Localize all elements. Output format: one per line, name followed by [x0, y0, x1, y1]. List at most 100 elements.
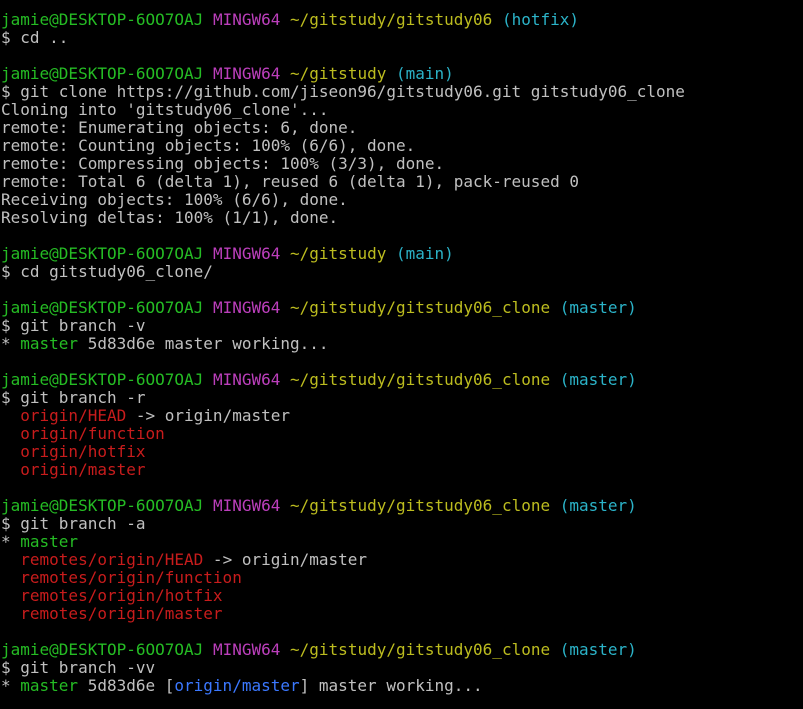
prompt-path: ~/gitstudy/gitstudy06_clone [290, 497, 551, 515]
terminal-line: * master 5d83d6e master working... [1, 335, 803, 353]
current-branch: master [20, 533, 79, 551]
prompt-system: MINGW64 [212, 497, 281, 515]
prompt-path: ~/gitstudy/gitstudy06 [290, 11, 493, 29]
current-branch: master [20, 677, 79, 695]
output-text: remote: Enumerating objects: 6, done. [1, 119, 358, 137]
terminal-line: $ git branch -r [1, 389, 803, 407]
command-text: $ git branch -r [1, 389, 146, 407]
terminal-line: jamie@DESKTOP-6OO7OAJ MINGW64 ~/gitstudy… [1, 11, 803, 29]
plain-text: -> origin/master [203, 551, 368, 569]
plain-text [280, 497, 290, 515]
output-text: Receiving objects: 100% (6/6), done. [1, 191, 348, 209]
terminal-line: origin/hotfix [1, 443, 803, 461]
command-text: $ git branch -a [1, 515, 146, 533]
terminal-line: remotes/origin/HEAD -> origin/master [1, 551, 803, 569]
prompt-user: jamie@DESKTOP-6OO7OAJ [1, 11, 204, 29]
plain-text [1, 569, 20, 587]
terminal-line: $ git clone https://github.com/jiseon96/… [1, 83, 803, 101]
terminal-line: remotes/origin/function [1, 569, 803, 587]
plain-text: 5d83d6e master working... [78, 335, 329, 353]
prompt-system: MINGW64 [212, 641, 281, 659]
plain-text [1, 605, 20, 623]
remote-branch: origin/hotfix [20, 443, 146, 461]
terminal-line: remote: Compressing objects: 100% (3/3),… [1, 155, 803, 173]
plain-text: -> origin/master [126, 407, 290, 425]
terminal-line: jamie@DESKTOP-6OO7OAJ MINGW64 ~/gitstudy… [1, 641, 803, 659]
terminal-line: $ git branch -a [1, 515, 803, 533]
remote-branch: origin/function [20, 425, 165, 443]
remote-branch: remotes/origin/HEAD [20, 551, 204, 569]
prompt-user: jamie@DESKTOP-6OO7OAJ [1, 371, 204, 389]
plain-text [1, 425, 20, 443]
terminal-line: remote: Total 6 (delta 1), reused 6 (del… [1, 173, 803, 191]
remote-branch: remotes/origin/hotfix [20, 587, 223, 605]
prompt-system: MINGW64 [212, 299, 281, 317]
terminal-line: jamie@DESKTOP-6OO7OAJ MINGW64 ~/gitstudy… [1, 371, 803, 389]
remote-branch: remotes/origin/function [20, 569, 242, 587]
prompt-system: MINGW64 [212, 65, 281, 83]
terminal-line: $ cd gitstudy06_clone/ [1, 263, 803, 281]
terminal-line: jamie@DESKTOP-6OO7OAJ MINGW64 ~/gitstudy… [1, 65, 803, 83]
plain-text [203, 641, 213, 659]
output-text: remote: Total 6 (delta 1), reused 6 (del… [1, 173, 579, 191]
terminal-line: remotes/origin/hotfix [1, 587, 803, 605]
plain-text [203, 371, 213, 389]
output-text: Resolving deltas: 100% (1/1), done. [1, 209, 339, 227]
plain-text [1, 407, 20, 425]
upstream-branch: origin/master [174, 677, 300, 695]
terminal-line: origin/function [1, 425, 803, 443]
terminal-line: * master [1, 533, 803, 551]
command-text: $ cd .. [1, 29, 69, 47]
command-text: $ git clone https://github.com/jiseon96/… [1, 83, 685, 101]
plain-text [203, 11, 213, 29]
prompt-user: jamie@DESKTOP-6OO7OAJ [1, 65, 204, 83]
plain-text [1, 443, 20, 461]
command-text: $ cd gitstudy06_clone/ [1, 263, 213, 281]
terminal-line: Cloning into 'gitstudy06_clone'... [1, 101, 803, 119]
plain-text [550, 299, 560, 317]
prompt-path: ~/gitstudy [290, 65, 387, 83]
plain-text [550, 641, 560, 659]
plain-text: ] master working... [299, 677, 483, 695]
terminal-line: remote: Enumerating objects: 6, done. [1, 119, 803, 137]
plain-text: * [1, 335, 21, 353]
terminal-window[interactable]: jamie@DESKTOP-6OO7OAJ MINGW64 ~/gitstudy… [0, 0, 803, 709]
plain-text [386, 65, 396, 83]
command-text: $ git branch -v [1, 317, 146, 335]
terminal-line: jamie@DESKTOP-6OO7OAJ MINGW64 ~/gitstudy… [1, 299, 803, 317]
plain-text: * [1, 533, 21, 551]
plain-text [1, 551, 20, 569]
plain-text: 5d83d6e [ [78, 677, 175, 695]
prompt-path: ~/gitstudy [290, 245, 387, 263]
terminal-line: remote: Counting objects: 100% (6/6), do… [1, 137, 803, 155]
prompt-branch: (main) [395, 245, 454, 263]
plain-text [550, 371, 560, 389]
prompt-branch: (master) [559, 497, 637, 515]
current-branch: master [20, 335, 79, 353]
plain-text [550, 497, 560, 515]
plain-text: * [1, 677, 21, 695]
terminal-line: Receiving objects: 100% (6/6), done. [1, 191, 803, 209]
remote-branch: remotes/origin/master [20, 605, 223, 623]
prompt-path: ~/gitstudy/gitstudy06_clone [290, 299, 551, 317]
terminal-line: origin/HEAD -> origin/master [1, 407, 803, 425]
terminal-line: $ git branch -vv [1, 659, 803, 677]
plain-text [203, 497, 213, 515]
remote-branch: origin/master [20, 461, 146, 479]
plain-text [1, 587, 20, 605]
prompt-branch: (hotfix) [501, 11, 580, 29]
plain-text [280, 641, 290, 659]
prompt-user: jamie@DESKTOP-6OO7OAJ [1, 245, 204, 263]
prompt-system: MINGW64 [212, 245, 281, 263]
plain-text [280, 65, 290, 83]
terminal-line: jamie@DESKTOP-6OO7OAJ MINGW64 ~/gitstudy… [1, 245, 803, 263]
plain-text [203, 299, 213, 317]
prompt-user: jamie@DESKTOP-6OO7OAJ [1, 641, 204, 659]
terminal-line: * master 5d83d6e [origin/master] master … [1, 677, 803, 695]
terminal-line: $ git branch -v [1, 317, 803, 335]
